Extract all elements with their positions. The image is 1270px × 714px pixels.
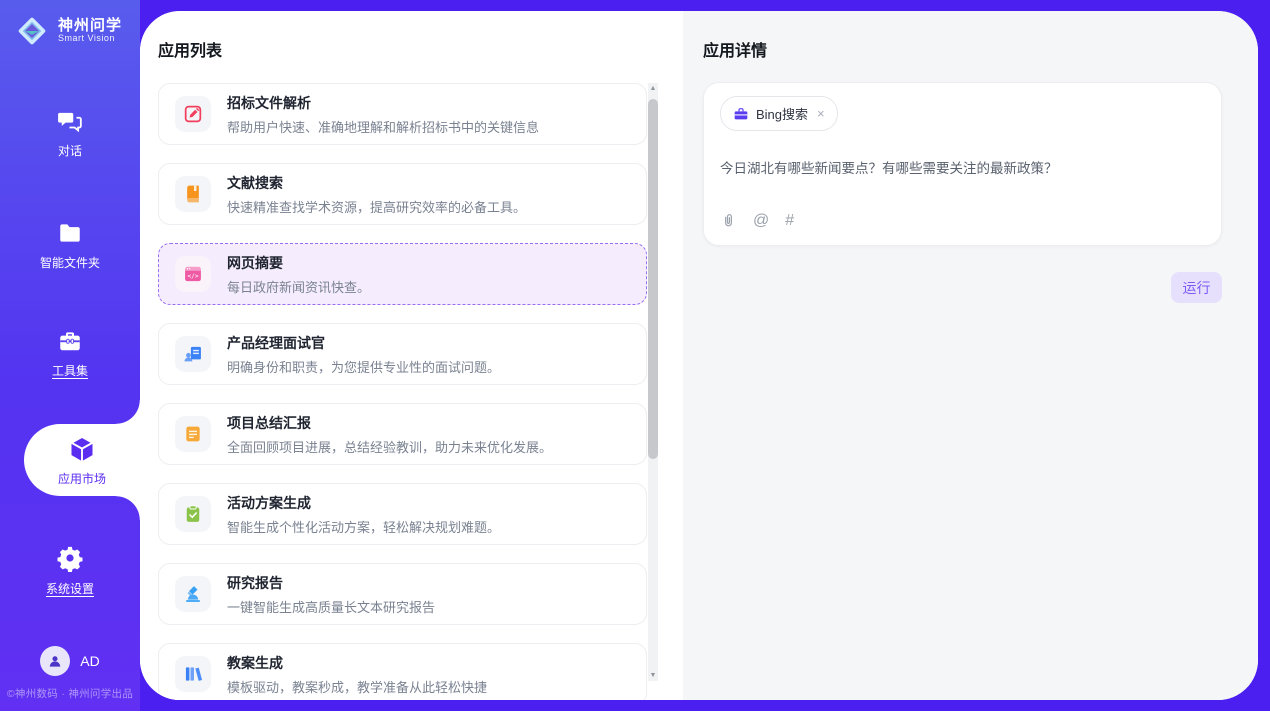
app-description: 模板驱动，教案秒成，教学准备从此轻松快捷 — [227, 677, 487, 696]
app-list-panel: 应用列表 招标文件解析帮助用户快速、准确地理解和解析招标书中的关键信息文献搜索快… — [140, 11, 683, 700]
clipboard-check-icon — [175, 496, 211, 532]
chat-icon — [56, 108, 84, 134]
scroll-down-icon[interactable]: ▼ — [648, 672, 658, 679]
app-name: 网页摘要 — [227, 253, 370, 273]
scrollbar-thumb[interactable] — [648, 99, 658, 459]
app-list-items: 招标文件解析帮助用户快速、准确地理解和解析招标书中的关键信息文献搜索快速精准查找… — [158, 83, 647, 700]
sidebar-item-label: 工具集 — [52, 362, 88, 379]
app-name: 招标文件解析 — [227, 93, 539, 113]
user-row[interactable]: AD — [0, 646, 140, 676]
note-icon — [175, 416, 211, 452]
list-item-活动方案生成[interactable]: 活动方案生成智能生成个性化活动方案，轻松解决规划难题。 — [158, 483, 647, 545]
app-description: 全面回顾项目进展，总结经验教训，助力未来优化发展。 — [227, 437, 552, 456]
sidebar-footer: ©神州数码 · 神州问学出品 — [0, 686, 140, 701]
sidebar-item-系统设置[interactable]: 系统设置 — [0, 544, 140, 597]
sidebar-item-工具集[interactable]: 工具集 — [0, 328, 140, 379]
app-name: 教案生成 — [227, 653, 487, 673]
app-card-text: 研究报告一键智能生成高质量长文本研究报告 — [227, 573, 435, 616]
sidebar-item-对话[interactable]: 对话 — [0, 108, 140, 159]
books-icon — [175, 656, 211, 692]
app-card-text: 招标文件解析帮助用户快速、准确地理解和解析招标书中的关键信息 — [227, 93, 539, 136]
book-icon — [175, 176, 211, 212]
paperclip-icon[interactable] — [720, 211, 737, 230]
sidebar-item-应用市场[interactable]: 应用市场 — [24, 424, 140, 496]
logo-title: 神州问学 — [58, 18, 122, 34]
sidebar-item-label: 应用市场 — [58, 470, 106, 487]
app-name: 活动方案生成 — [227, 493, 500, 513]
browser-code-icon: </> — [175, 256, 211, 292]
app-card-text: 文献搜索快速精准查找学术资源，提高研究效率的必备工具。 — [227, 173, 526, 216]
app-card-text: 网页摘要每日政府新闻资讯快查。 — [227, 253, 370, 296]
sidebar-item-label: 智能文件夹 — [40, 254, 100, 271]
list-item-研究报告[interactable]: 研究报告一键智能生成高质量长文本研究报告 — [158, 563, 647, 625]
tool-tag-label: Bing搜索 — [756, 104, 808, 123]
toolbox-icon — [56, 328, 84, 354]
main-content: 应用列表 招标文件解析帮助用户快速、准确地理解和解析招标书中的关键信息文献搜索快… — [140, 11, 1258, 700]
diamond-logo-icon — [14, 13, 50, 49]
app-name: 文献搜索 — [227, 173, 526, 193]
list-item-文献搜索[interactable]: 文献搜索快速精准查找学术资源，提高研究效率的必备工具。 — [158, 163, 647, 225]
logo-subtitle: Smart Vision — [58, 34, 122, 43]
app-card-text: 活动方案生成智能生成个性化活动方案，轻松解决规划难题。 — [227, 493, 500, 536]
user-name: AD — [80, 653, 99, 669]
app-card-text: 项目总结汇报全面回顾项目进展，总结经验教训，助力未来优化发展。 — [227, 413, 552, 456]
app-name: 产品经理面试官 — [227, 333, 500, 353]
app-description: 帮助用户快速、准确地理解和解析招标书中的关键信息 — [227, 117, 539, 136]
cube-icon — [67, 434, 97, 464]
hash-tag-icon[interactable]: # — [785, 212, 794, 230]
at-mention-icon[interactable]: @ — [753, 212, 769, 230]
app-description: 一键智能生成高质量长文本研究报告 — [227, 597, 435, 616]
app-card-text: 教案生成模板驱动，教案秒成，教学准备从此轻松快捷 — [227, 653, 487, 696]
list-item-招标文件解析[interactable]: 招标文件解析帮助用户快速、准确地理解和解析招标书中的关键信息 — [158, 83, 647, 145]
list-item-教案生成[interactable]: 教案生成模板驱动，教案秒成，教学准备从此轻松快捷 — [158, 643, 647, 700]
app-name: 研究报告 — [227, 573, 435, 593]
sidebar-item-label: 对话 — [58, 142, 82, 159]
sidebar: 神州问学 Smart Vision 对话智能文件夹工具集应用市场系统设置 AD … — [0, 0, 140, 711]
query-text[interactable]: 今日湖北有哪些新闻要点？有哪些需要关注的最新政策？ — [720, 157, 1205, 177]
sidebar-item-label: 系统设置 — [46, 580, 94, 597]
app-name: 项目总结汇报 — [227, 413, 552, 433]
app-logo: 神州问学 Smart Vision — [14, 13, 122, 49]
interviewer-icon — [175, 336, 211, 372]
scroll-up-icon[interactable]: ▲ — [648, 85, 658, 92]
app-detail-panel: 应用详情 Bing搜索 × 今日湖北有哪些新闻要点？有哪些需要关注的最新政策？ — [683, 11, 1258, 700]
user-avatar-icon — [40, 646, 70, 676]
sidebar-item-智能文件夹[interactable]: 智能文件夹 — [0, 220, 140, 271]
list-item-项目总结汇报[interactable]: 项目总结汇报全面回顾项目进展，总结经验教训，助力未来优化发展。 — [158, 403, 647, 465]
app-card-text: 产品经理面试官明确身份和职责，为您提供专业性的面试问题。 — [227, 333, 500, 376]
app-detail-title: 应用详情 — [703, 37, 767, 61]
app-description: 每日政府新闻资讯快查。 — [227, 277, 370, 296]
pen-square-icon — [175, 96, 211, 132]
folder-icon — [56, 220, 84, 246]
run-button[interactable]: 运行 — [1171, 272, 1222, 303]
gear-icon — [56, 544, 84, 572]
briefcase-icon — [733, 106, 749, 122]
input-toolbar: @ # — [720, 211, 1205, 232]
microscope-icon — [175, 576, 211, 612]
tag-close-icon[interactable]: × — [817, 106, 825, 121]
tool-tag-bing-search[interactable]: Bing搜索 × — [720, 96, 838, 131]
list-item-产品经理面试官[interactable]: 产品经理面试官明确身份和职责，为您提供专业性的面试问题。 — [158, 323, 647, 385]
app-description: 明确身份和职责，为您提供专业性的面试问题。 — [227, 357, 500, 376]
svg-text:</>: </> — [187, 273, 199, 280]
list-item-网页摘要[interactable]: </> 网页摘要每日政府新闻资讯快查。 — [158, 243, 647, 305]
query-input-card[interactable]: Bing搜索 × 今日湖北有哪些新闻要点？有哪些需要关注的最新政策？ @ # — [703, 82, 1222, 246]
app-description: 快速精准查找学术资源，提高研究效率的必备工具。 — [227, 197, 526, 216]
app-description: 智能生成个性化活动方案，轻松解决规划难题。 — [227, 517, 500, 536]
list-scrollbar[interactable]: ▲ ▼ — [648, 83, 658, 681]
app-list-title: 应用列表 — [158, 37, 222, 61]
